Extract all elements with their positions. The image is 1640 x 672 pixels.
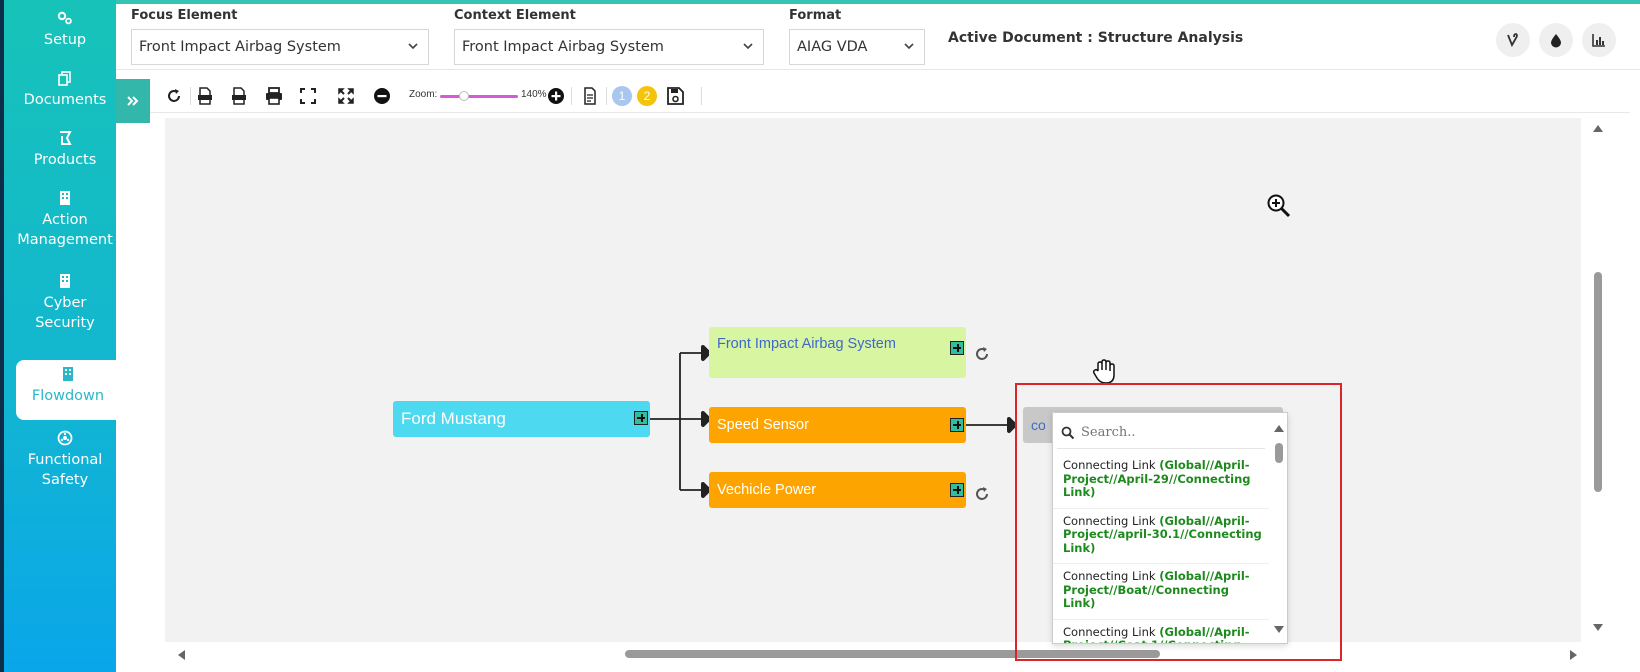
products-icon (60, 131, 72, 145)
chart-icon (1592, 34, 1605, 47)
expand-node-button[interactable] (950, 341, 964, 355)
sidebar-item-label: Cyber (43, 295, 87, 311)
vertical-scroll-thumb[interactable] (1594, 272, 1602, 492)
chevron-down-icon (904, 43, 914, 50)
sidebar-item-action-management[interactable]: Action Management (10, 190, 120, 250)
chart-button[interactable] (1582, 23, 1616, 57)
building-icon (60, 274, 70, 288)
bottom-band (116, 666, 1640, 672)
scroll-left-icon[interactable] (175, 648, 187, 662)
sidebar-item-label-2: Management (17, 232, 113, 248)
toolbar-divider (190, 87, 191, 105)
expand-panel-button[interactable] (116, 79, 150, 123)
sidebar-item-products[interactable]: Products (10, 130, 120, 170)
toolbar-divider (606, 87, 607, 105)
node-label: Speed Sensor (717, 417, 809, 433)
node-root[interactable]: Ford Mustang (393, 401, 650, 437)
expand-node-button[interactable] (950, 418, 964, 432)
vine-button[interactable] (1496, 23, 1530, 57)
diagram-canvas[interactable]: Ford Mustang Front Impact Airbag System … (165, 118, 1581, 642)
export-png-icon[interactable] (229, 86, 249, 106)
scroll-down-icon[interactable] (1591, 622, 1605, 634)
format-value: AIAG VDA (797, 39, 868, 55)
sidebar-item-label-2: Safety (41, 472, 89, 488)
print-icon[interactable] (264, 86, 284, 106)
fit-to-screen-icon[interactable] (298, 86, 318, 106)
save-icon[interactable] (665, 86, 685, 106)
highlight-box (1015, 383, 1342, 661)
sidebar-item-documents[interactable]: Documents (10, 70, 120, 110)
node-speed-sensor[interactable]: Speed Sensor (709, 407, 966, 443)
sidebar-item-label: Action (42, 212, 88, 228)
connector-lines (650, 345, 1017, 498)
context-element-value: Front Impact Airbag System (462, 39, 664, 55)
sidebar-item-label: Documents (23, 92, 107, 108)
vine-icon (1507, 33, 1518, 48)
sidebar-item-setup[interactable]: Setup (10, 10, 120, 50)
vertical-scrollbar[interactable] (1581, 118, 1615, 642)
context-element-label: Context Element (454, 8, 576, 23)
diagram-toolbar: Zoom: 140% 1 2 (150, 79, 1630, 113)
zoom-label: Zoom: (409, 89, 438, 100)
chevron-down-icon (743, 43, 753, 50)
safety-icon (57, 430, 73, 446)
sidebar: Setup Documents Products Action Manageme… (0, 0, 120, 672)
node-front-impact-airbag[interactable]: Front Impact Airbag System (709, 327, 966, 378)
drop-button[interactable] (1539, 23, 1573, 57)
zoom-slider-handle[interactable] (459, 91, 469, 101)
document-icon[interactable] (580, 86, 600, 106)
sidebar-item-flowdown[interactable]: Flowdown (16, 360, 120, 420)
scroll-right-icon[interactable] (1568, 648, 1580, 662)
sidebar-item-label: Flowdown (31, 388, 105, 404)
sidebar-item-functional-safety[interactable]: Functional Safety (10, 430, 120, 490)
horizontal-scrollbar[interactable] (165, 642, 1581, 666)
format-select[interactable]: AIAG VDA (789, 29, 925, 65)
refresh-icon[interactable] (164, 86, 184, 106)
toolbar-divider (701, 87, 702, 105)
node-vehicle-power[interactable]: Vechicle Power (709, 472, 966, 508)
hand-cursor-icon (1092, 359, 1115, 384)
context-element-select[interactable]: Front Impact Airbag System (454, 29, 764, 65)
zoom-value: 140% (521, 89, 547, 100)
export-svg-icon[interactable] (195, 86, 215, 106)
zoom-slider-track[interactable] (440, 95, 518, 98)
focus-element-label: Focus Element (131, 8, 238, 23)
toolbar-divider (571, 87, 572, 105)
zoom-out-icon[interactable] (372, 86, 392, 106)
sidebar-item-label: Setup (43, 32, 87, 48)
building-icon (63, 367, 73, 381)
building-icon (60, 191, 70, 205)
fullscreen-icon[interactable] (336, 86, 356, 106)
expand-node-button[interactable] (950, 483, 964, 497)
chevron-down-icon (408, 43, 418, 50)
gears-icon (57, 11, 72, 25)
documents-icon (58, 71, 71, 86)
sidebar-item-label: Products (33, 152, 97, 168)
double-chevron-right-icon (127, 96, 139, 106)
header: Focus Element Front Impact Airbag System… (116, 4, 1640, 70)
node-label: Vechicle Power (717, 482, 817, 498)
node-label: Front Impact Airbag System (717, 336, 896, 352)
refresh-icon[interactable] (973, 345, 991, 363)
expand-node-button[interactable] (634, 411, 648, 425)
sidebar-item-label: Functional (27, 452, 103, 468)
refresh-icon[interactable] (973, 485, 991, 503)
focus-element-select[interactable]: Front Impact Airbag System (131, 29, 429, 65)
level-1-badge[interactable]: 1 (612, 86, 632, 106)
sidebar-item-label-2: Security (35, 315, 95, 331)
focus-element-value: Front Impact Airbag System (139, 39, 341, 55)
node-label: Ford Mustang (401, 409, 506, 428)
active-document-label: Active Document : Structure Analysis (948, 30, 1244, 46)
scroll-up-icon[interactable] (1591, 122, 1605, 134)
format-label: Format (789, 8, 842, 23)
level-2-badge[interactable]: 2 (637, 86, 657, 106)
zoom-cursor-icon (1267, 194, 1291, 218)
drop-icon (1551, 34, 1561, 48)
zoom-in-icon[interactable] (546, 86, 566, 106)
sidebar-item-cyber-security[interactable]: Cyber Security (10, 273, 120, 333)
